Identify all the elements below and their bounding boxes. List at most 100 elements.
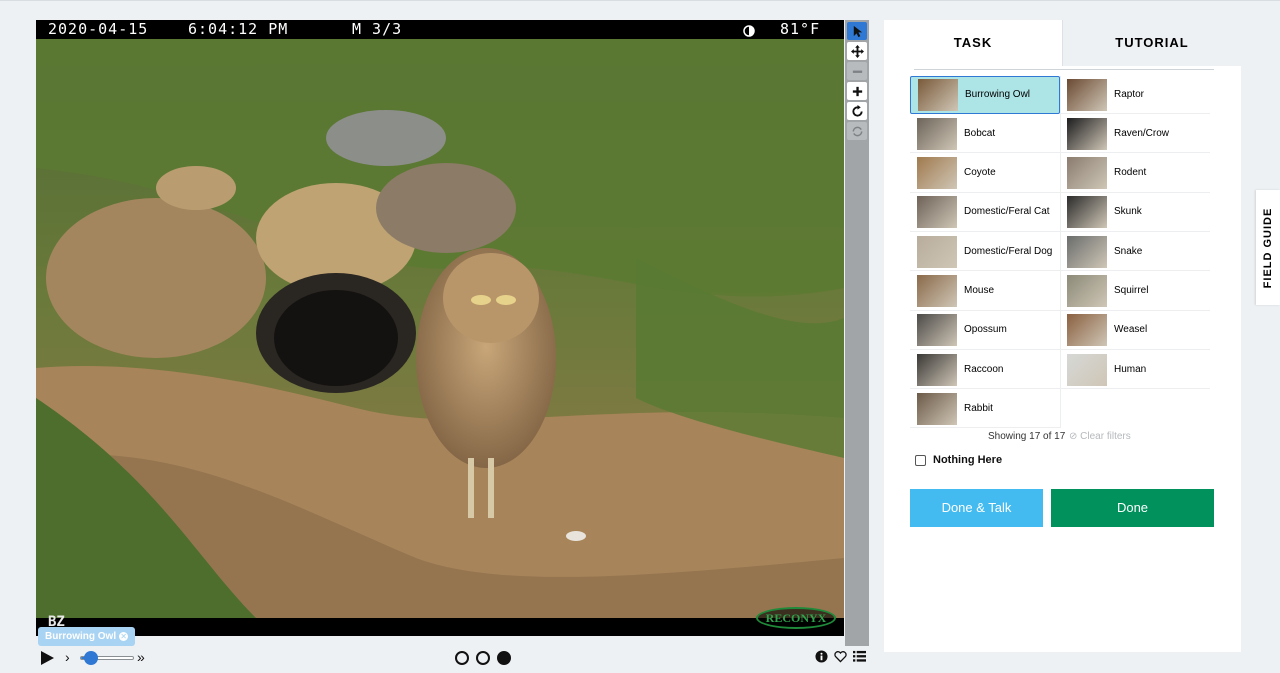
moon-half-icon (743, 23, 755, 42)
photo-mode: M 3/3 (352, 20, 403, 38)
play-icon (41, 651, 54, 665)
rotate-tool[interactable] (847, 102, 867, 120)
field-guide-label: FIELD GUIDE (1262, 207, 1274, 288)
choice-domestic-feral-cat[interactable]: Domestic/Feral Cat (910, 194, 1060, 232)
reset-icon (852, 126, 862, 136)
choice-thumbnail (917, 117, 957, 150)
choice-opossum[interactable]: Opossum (910, 312, 1060, 350)
choice-thumbnail (1067, 78, 1107, 111)
camera-trap-photo (36, 38, 844, 618)
choice-label: Raven/Crow (1114, 127, 1170, 139)
info-button[interactable] (815, 650, 828, 663)
choice-thumbnail (1067, 235, 1107, 268)
tab-task[interactable]: TASK (884, 20, 1062, 66)
choice-mouse[interactable]: Mouse (910, 273, 1060, 311)
choice-label: Skunk (1114, 206, 1142, 218)
close-icon[interactable]: ✕ (119, 631, 129, 641)
rotate-icon (851, 104, 863, 117)
choice-squirrel[interactable]: Squirrel (1060, 273, 1210, 311)
step-back-button[interactable]: › (65, 650, 70, 664)
choice-thumbnail (1067, 196, 1107, 229)
choice-raptor[interactable]: Raptor (1060, 76, 1210, 114)
ban-icon: ⊘ (1069, 431, 1078, 442)
zoom-out-icon (852, 70, 862, 73)
choice-weasel[interactable]: Weasel (1060, 312, 1210, 350)
frame-dot-3[interactable] (497, 651, 511, 665)
zoom-out-tool[interactable] (847, 62, 867, 80)
choice-label: Snake (1114, 245, 1143, 257)
collections-button[interactable] (853, 650, 866, 663)
heart-icon (834, 651, 847, 663)
choice-thumbnail (917, 157, 957, 190)
choice-label: Domestic/Feral Cat (964, 206, 1050, 218)
photo-time: 6:04:12 PM (188, 20, 289, 38)
choice-rodent[interactable]: Rodent (1060, 155, 1210, 193)
camera-info-bar: 2020-04-15 6:04:12 PM M 3/3 81°F (36, 20, 844, 39)
choice-coyote[interactable]: Coyote (910, 155, 1060, 193)
move-tool[interactable] (847, 42, 867, 60)
done-and-talk-button[interactable]: Done & Talk (910, 489, 1043, 527)
tab-tutorial[interactable]: TUTORIAL (1062, 20, 1241, 66)
mark-label[interactable]: Burrowing Owl ✕ (38, 627, 136, 646)
tabs-divider (914, 69, 1214, 70)
nothing-here-option[interactable]: Nothing Here (915, 454, 1002, 466)
choice-label: Squirrel (1114, 285, 1149, 296)
choice-label: Bobcat (964, 127, 996, 139)
reset-tool[interactable] (847, 122, 867, 140)
choice-bobcat[interactable]: Bobcat (910, 115, 1060, 154)
choice-label: Rabbit (964, 402, 993, 414)
photo-date: 2020-04-15 (48, 20, 149, 38)
play-button[interactable] (41, 651, 54, 670)
choice-label: Human (1114, 363, 1147, 375)
choice-label: Raccoon (964, 363, 1004, 375)
choice-burrowing-owl[interactable]: Burrowing Owl (910, 76, 1060, 114)
choice-label: Mouse (964, 285, 995, 296)
choice-label: Coyote (964, 167, 996, 179)
choice-label: Weasel (1114, 324, 1148, 336)
subject-meta-icons (815, 650, 866, 663)
clear-filters-button[interactable]: ⊘ Clear filters (1069, 431, 1131, 442)
choice-snake[interactable]: Snake (1060, 233, 1210, 272)
frame-dot-1[interactable] (455, 651, 469, 665)
choice-thumbnail (917, 314, 957, 347)
image-toolbar (845, 20, 869, 646)
done-button[interactable]: Done (1051, 489, 1214, 527)
camera-bottom-bar (36, 618, 844, 636)
choice-thumbnail (1067, 117, 1107, 150)
choice-thumbnail (1067, 353, 1107, 386)
choice-label: Rodent (1114, 167, 1147, 179)
choice-human[interactable]: Human (1060, 351, 1210, 390)
photo-temperature: 81°F (780, 20, 821, 38)
pointer-icon (853, 25, 862, 37)
choice-label: Opossum (964, 324, 1007, 336)
top-border (0, 0, 1280, 1)
choice-domestic-feral-dog[interactable]: Domestic/Feral Dog (910, 233, 1060, 272)
zoom-in-icon (852, 86, 862, 96)
move-icon (850, 44, 864, 58)
field-guide-tab[interactable]: FIELD GUIDE (1256, 190, 1280, 305)
choice-label: Burrowing Owl (965, 89, 1031, 100)
frame-dot-2[interactable] (476, 651, 490, 665)
choice-thumbnail (917, 392, 957, 425)
favorite-button[interactable] (834, 650, 847, 663)
choice-thumbnail (917, 196, 957, 229)
choice-thumbnail (1067, 157, 1107, 190)
subject-viewer[interactable]: 2020-04-15 6:04:12 PM M 3/3 81°F BZ RECO… (36, 20, 844, 636)
step-forward-button[interactable]: » (137, 650, 145, 664)
zoom-in-tool[interactable] (847, 82, 867, 100)
nothing-here-label: Nothing Here (933, 454, 1003, 466)
choice-thumbnail (917, 235, 957, 268)
list-icon (853, 650, 866, 662)
info-icon (815, 650, 828, 663)
choice-rabbit[interactable]: Rabbit (910, 390, 1060, 429)
filter-count: Showing 17 of 17 (988, 431, 1066, 442)
choice-thumbnail (917, 275, 957, 307)
playback-slider-handle[interactable] (84, 651, 99, 665)
choice-raven-crow[interactable]: Raven/Crow (1060, 115, 1210, 154)
pointer-tool[interactable] (847, 22, 867, 40)
choice-label: Raptor (1114, 88, 1145, 100)
nothing-here-checkbox[interactable] (915, 454, 926, 466)
choice-label: Domestic/Feral Dog (964, 245, 1053, 257)
choice-skunk[interactable]: Skunk (1060, 194, 1210, 232)
choice-raccoon[interactable]: Raccoon (910, 351, 1060, 390)
